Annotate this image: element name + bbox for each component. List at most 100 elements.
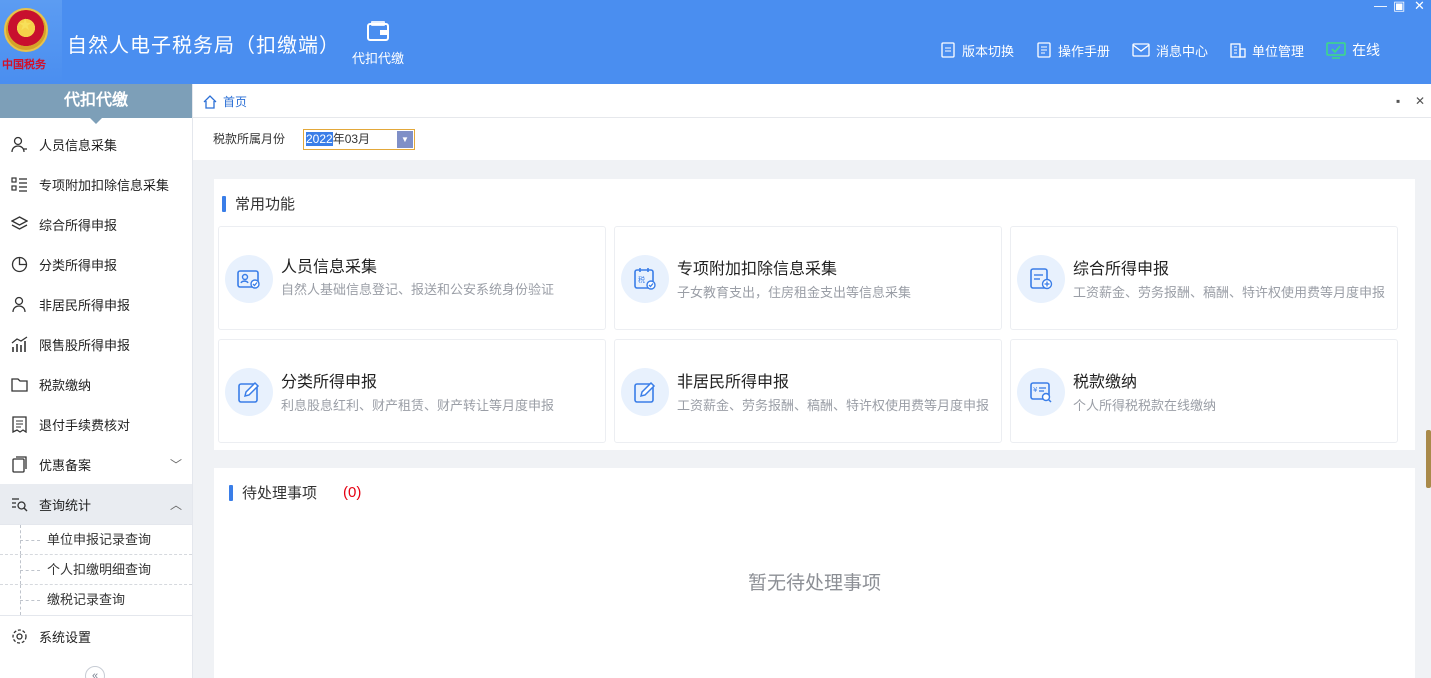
wallet-icon (367, 21, 389, 41)
tax-emblem-logo: ★ 中国税务 (0, 0, 62, 84)
sidebar-item-nonresident-income[interactable]: 非居民所得申报 (0, 284, 192, 324)
gear-icon (12, 628, 27, 644)
monitor-check-icon (1326, 41, 1346, 59)
layers-icon (11, 215, 28, 230)
copy-icon (12, 455, 27, 473)
maximize-tab-button[interactable]: ▪ (1396, 94, 1400, 108)
tax-month-label: 税款所属月份 (213, 132, 286, 146)
document-icon (941, 42, 955, 58)
card-comprehensive-income[interactable]: 综合所得申报 工资薪金、劳务报酬、稿酬、特许权使用费等月度申报 (1010, 226, 1398, 330)
sidebar-item-classified-income[interactable]: 分类所得申报 (0, 244, 192, 284)
breadcrumb[interactable]: 首页 (203, 93, 247, 110)
sidebar-item-label: 综合所得申报 (39, 217, 118, 233)
card-classified-income[interactable]: 分类所得申报 利息股息红利、财产租赁、财产转让等月度申报 (218, 339, 606, 443)
sidebar-item-label: 税款缴纳 (39, 377, 92, 393)
sidebar-item-preferential-filing[interactable]: 优惠备案 ﹀ (0, 444, 192, 484)
card-desc: 利息股息红利、财产租赁、财产转让等月度申报 (281, 398, 555, 413)
sidebar-item-label: 非居民所得申报 (39, 297, 131, 313)
sidebar-item-label: 限售股所得申报 (39, 337, 131, 353)
sidebar-item-label: 分类所得申报 (39, 257, 118, 273)
close-tab-button[interactable]: ✕ (1415, 94, 1425, 108)
edit-icon (238, 381, 260, 403)
submenu-tax-payment-record-query[interactable]: 缴税记录查询 (0, 585, 192, 615)
sidebar-item-label: 系统设置 (39, 629, 92, 645)
close-window-button[interactable]: ✕ (1414, 0, 1425, 14)
card-title: 专项附加扣除信息采集 (677, 261, 838, 278)
sidebar-item-label: 专项附加扣除信息采集 (39, 177, 170, 193)
doc-add-icon (1030, 268, 1053, 290)
svg-text:¥: ¥ (1033, 386, 1038, 394)
sidebar-item-query-statistics[interactable]: 查询统计 ︿ (0, 484, 192, 524)
submenu-personal-withholding-query[interactable]: 个人扣缴明细查询 (0, 555, 192, 585)
message-center-label: 消息中心 (1156, 43, 1209, 59)
card-desc: 自然人基础信息登记、报送和公安系统身份验证 (281, 282, 555, 297)
card-title: 综合所得申报 (1073, 261, 1170, 278)
pending-empty-message: 暂无待处理事项 (747, 573, 881, 594)
card-tax-payment[interactable]: ¥ 税款缴纳 个人所得税税款在线缴纳 (1010, 339, 1398, 443)
chevron-up-icon: ︿ (169, 498, 182, 512)
tax-month-year: 2022 (306, 132, 333, 146)
person-outline-icon (12, 296, 26, 312)
tax-search-icon: ¥ (1030, 382, 1052, 403)
sidebar-item-refund-fee-check[interactable]: 退付手续费核对 (0, 404, 192, 444)
folder-icon (11, 377, 28, 392)
card-desc: 工资薪金、劳务报酬、稿酬、特许权使用费等月度申报 (677, 398, 990, 413)
unit-management-label: 单位管理 (1252, 43, 1305, 59)
card-title: 非居民所得申报 (677, 374, 790, 391)
submenu-unit-declaration-query[interactable]: 单位申报记录查询 (0, 525, 192, 555)
card-special-deduction[interactable]: 税 专项附加扣除信息采集 子女教育支出，住房租金支出等信息采集 (614, 226, 1002, 330)
card-person-info[interactable]: 人员信息采集 自然人基础信息登记、报送和公安系统身份验证 (218, 226, 606, 330)
pending-items-panel: 待处理事项 (0) 暂无待处理事项 (214, 468, 1415, 678)
sidebar-item-restricted-stock[interactable]: 限售股所得申报 (0, 324, 192, 364)
sidebar-item-system-settings[interactable]: 系统设置 (0, 616, 192, 656)
manual-link[interactable]: 操作手册 (1036, 40, 1110, 60)
tax-calendar-icon: 税 (634, 268, 656, 290)
common-functions-panel: 常用功能 人员信息采集 自然人基础信息登记、报送和公安系统身份验证 税 专项附加… (214, 179, 1415, 450)
manual-label: 操作手册 (1058, 43, 1111, 59)
dropdown-arrow-icon[interactable]: ▼ (397, 131, 413, 148)
svg-text:税: 税 (638, 275, 645, 284)
card-icon-bg (621, 368, 669, 416)
search-list-icon (12, 497, 28, 511)
app-title: 自然人电子税务局（扣缴端） (67, 35, 340, 57)
sidebar-item-comprehensive-income[interactable]: 综合所得申报 (0, 204, 192, 244)
list-icon (11, 176, 27, 192)
restore-button[interactable]: ▣ (1393, 0, 1405, 14)
unit-management-link[interactable]: 单位管理 (1230, 40, 1304, 60)
tab-withholding[interactable]: 代扣代缴 (346, 20, 410, 68)
online-status-label: 在线 (1352, 42, 1381, 58)
sidebar-item-special-deduction[interactable]: 专项附加扣除信息采集 (0, 164, 192, 204)
tax-month-rest: 年03月 (332, 132, 371, 146)
sidebar-title: 代扣代缴 (0, 84, 192, 124)
online-status[interactable]: 在线 (1326, 40, 1380, 60)
card-icon-bg (1017, 255, 1065, 303)
common-functions-title-text: 常用功能 (235, 196, 296, 213)
query-submenu: 单位申报记录查询 个人扣缴明细查询 缴税记录查询 (0, 524, 192, 616)
app-header: ★ 中国税务 自然人电子税务局（扣缴端） 代扣代缴 — ▣ ✕ 版本切换 操作手… (0, 0, 1431, 84)
chevron-down-icon: ﹀ (169, 458, 182, 472)
sidebar: 代扣代缴 人员信息采集 专项附加扣除信息采集 综合所得申报 分类所得申报 非居民… (0, 84, 193, 678)
person-icon (11, 136, 27, 152)
sidebar-item-tax-payment[interactable]: 税款缴纳 (0, 364, 192, 404)
card-icon-bg (225, 255, 273, 303)
version-switch-link[interactable]: 版本切换 (940, 40, 1014, 60)
collapse-sidebar-button[interactable]: « (85, 666, 105, 678)
scrollbar-thumb[interactable] (1426, 430, 1431, 488)
minimize-button[interactable]: — (1374, 0, 1387, 13)
card-nonresident-income[interactable]: 非居民所得申报 工资薪金、劳务报酬、稿酬、特许权使用费等月度申报 (614, 339, 1002, 443)
receipt-icon (12, 415, 27, 433)
sidebar-item-label: 人员信息采集 (39, 137, 118, 153)
sidebar-item-label: 退付手续费核对 (39, 417, 131, 433)
message-center-link[interactable]: 消息中心 (1132, 40, 1208, 60)
sidebar-item-person-info[interactable]: 人员信息采集 (0, 124, 192, 164)
pending-items-title: 待处理事项 (0) (229, 482, 361, 503)
title-accent-bar (229, 484, 233, 501)
card-title: 人员信息采集 (281, 259, 378, 276)
card-icon-bg (225, 368, 273, 416)
building-icon (1230, 43, 1246, 58)
card-icon-bg: ¥ (1017, 368, 1065, 416)
card-desc: 子女教育支出，住房租金支出等信息采集 (677, 285, 912, 300)
card-desc: 个人所得税税款在线缴纳 (1073, 398, 1217, 413)
common-functions-title: 常用功能 (222, 193, 295, 214)
tax-month-picker[interactable]: 2022年03月 ▼ (303, 129, 415, 150)
